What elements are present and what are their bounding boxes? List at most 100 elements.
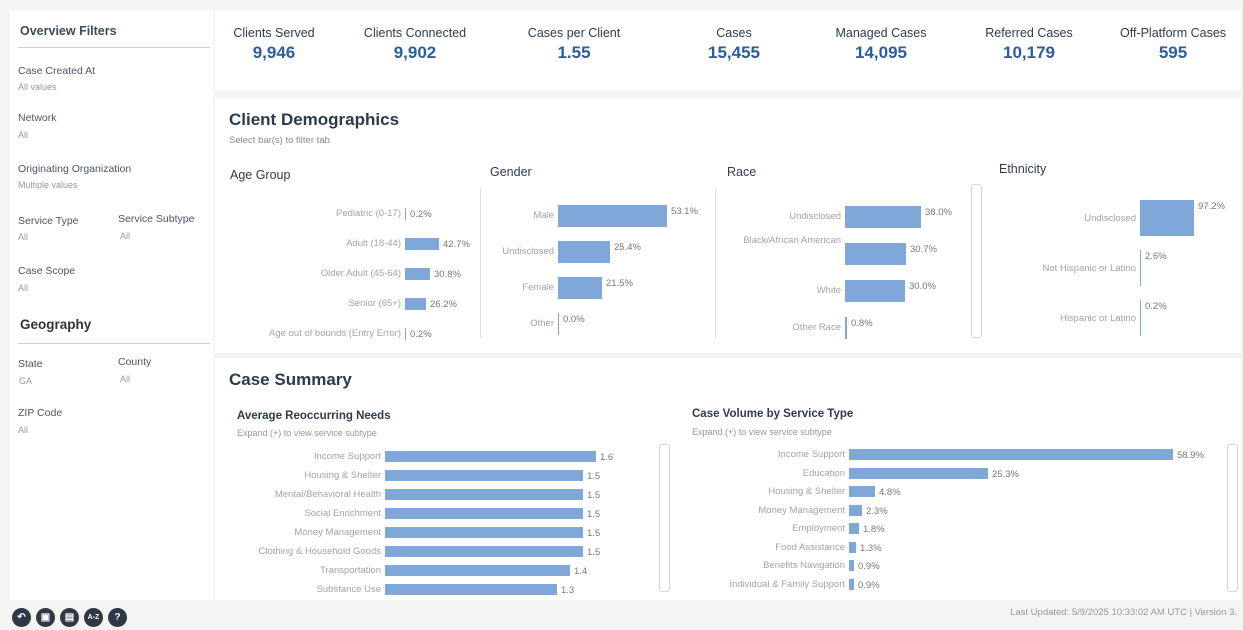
bar-value-label: 1.5 [587,528,601,539]
help-icon[interactable]: ? [108,608,127,627]
bookmark-icon[interactable]: ▤ [60,608,79,627]
filter-label: County [118,356,152,368]
bar[interactable] [1140,250,1141,286]
kpi-cases-per-client: Cases per Client 1.55 [509,26,639,63]
case-summary-panel: Case Summary Average Reoccurring Needs E… [215,358,1241,600]
needs-panel: Average Reoccurring Needs Expand (+) to … [225,396,677,596]
bar-label: Black/African American [743,235,841,246]
bar-label: Male [533,210,554,221]
bar-label: Other [530,318,554,329]
kpi-row: Clients Served 9,946 Clients Connected 9… [215,10,1241,90]
bar-label: Clothing & Household Goods [258,546,381,557]
kpi-value: 14,095 [855,43,907,62]
race-title: Race [727,165,757,179]
kpi-label: Cases [716,26,752,40]
bar-value-label: 21.5% [606,278,633,289]
bar[interactable] [1140,200,1194,236]
filter-value: All [18,283,29,293]
bar-label: Mental/Behavioral Health [274,489,381,500]
bar-label: Substance Use [316,584,381,595]
bar-value-label: 4.8% [879,487,901,498]
needs-scrollbar[interactable] [659,444,670,592]
bar-value-label: 0.9% [858,561,880,572]
bar-label: Individual & Family Support [729,578,845,590]
bar[interactable] [558,205,667,227]
filter-label: State [18,358,43,370]
bar[interactable] [845,317,847,339]
bar[interactable] [558,241,610,263]
bar[interactable] [385,546,583,557]
bar-value-label: 30.0% [909,281,936,292]
volume-scrollbar[interactable] [1227,444,1238,592]
sort-az-icon[interactable]: A-Z [84,608,103,627]
bar-value-label: 38.0% [925,207,952,218]
bar-label: Transportation [320,565,381,576]
bar[interactable] [849,467,988,479]
bar-label: Income Support [777,449,845,460]
bar[interactable] [385,470,583,481]
bar-label: Benefits Navigation [763,560,845,571]
bar-label: Hispanic or Latino [1059,313,1136,324]
kpi-label: Cases per Client [527,26,621,40]
undo-icon[interactable]: ↶ [12,608,31,627]
bar[interactable] [405,268,430,280]
filter-label: Network [18,112,57,124]
kpi-value: 9,946 [252,43,296,62]
bar-value-label: 0.2% [410,329,432,340]
last-updated-footer: Last Updated: 5/9/2025 10:33:02 AM UTC |… [1010,607,1237,618]
bar-label: Social Enrichment [304,508,381,519]
bar-value-label: 2.3% [866,505,888,517]
filter-value: All [18,425,29,435]
bar[interactable] [845,243,906,265]
volume-subtitle: Expand (+) to view service subtype [692,427,832,437]
kpi-referred-cases: Referred Cases 10,179 [964,26,1094,63]
sidebar-title: Overview Filters [20,24,117,38]
bar[interactable] [1140,300,1141,336]
kpi-value: 595 [1158,43,1188,62]
bar[interactable] [385,508,583,519]
bar[interactable] [405,298,426,310]
volume-title: Case Volume by Service Type [692,408,854,420]
geography-title: Geography [20,317,92,332]
bar[interactable] [849,504,862,516]
bar[interactable] [385,527,583,538]
bar[interactable] [845,280,905,302]
bar[interactable] [558,313,559,335]
bar[interactable] [849,486,875,497]
bar-value-label: 1.5 [587,547,601,558]
bar-value-label: 0.9% [858,579,880,591]
bar-label: Pediatric (0-17) [336,208,401,219]
bar[interactable] [849,449,1173,460]
kpi-off-platform-cases: Off-Platform Cases 595 [1108,26,1238,63]
bar[interactable] [849,523,859,534]
filter-label: ZIP Code [18,407,63,419]
bar-value-label: 1.5 [587,471,601,482]
bar[interactable] [385,584,557,595]
bar-value-label: 1.8% [863,524,885,535]
bar[interactable] [849,541,856,553]
race-scrollbar[interactable] [971,184,982,338]
bar-value-label: 1.4 [574,566,588,577]
bar-label: Undisclosed [789,211,841,222]
filter-label: Service Type [18,215,79,227]
kpi-label: Referred Cases [985,26,1073,40]
bar[interactable] [845,206,921,228]
bar[interactable] [385,451,596,462]
bar-label: Other Race [792,322,841,333]
bar[interactable] [405,328,406,340]
bar-label: Food Assistance [775,541,845,553]
kpi-managed-cases: Managed Cases 14,095 [816,26,946,63]
gender-title: Gender [490,165,532,179]
section-title: Client Demographics [229,110,400,129]
filter-value: All [120,231,131,241]
bar[interactable] [405,208,406,220]
bar[interactable] [558,277,602,299]
bar[interactable] [849,578,854,590]
bar[interactable] [849,560,854,571]
bar[interactable] [405,238,439,250]
bar-label: White [816,285,841,296]
bar[interactable] [385,489,583,500]
save-icon[interactable]: ▣ [36,608,55,627]
dashboard-main: Clients Served 9,946 Clients Connected 9… [215,10,1241,600]
bar[interactable] [385,565,570,576]
